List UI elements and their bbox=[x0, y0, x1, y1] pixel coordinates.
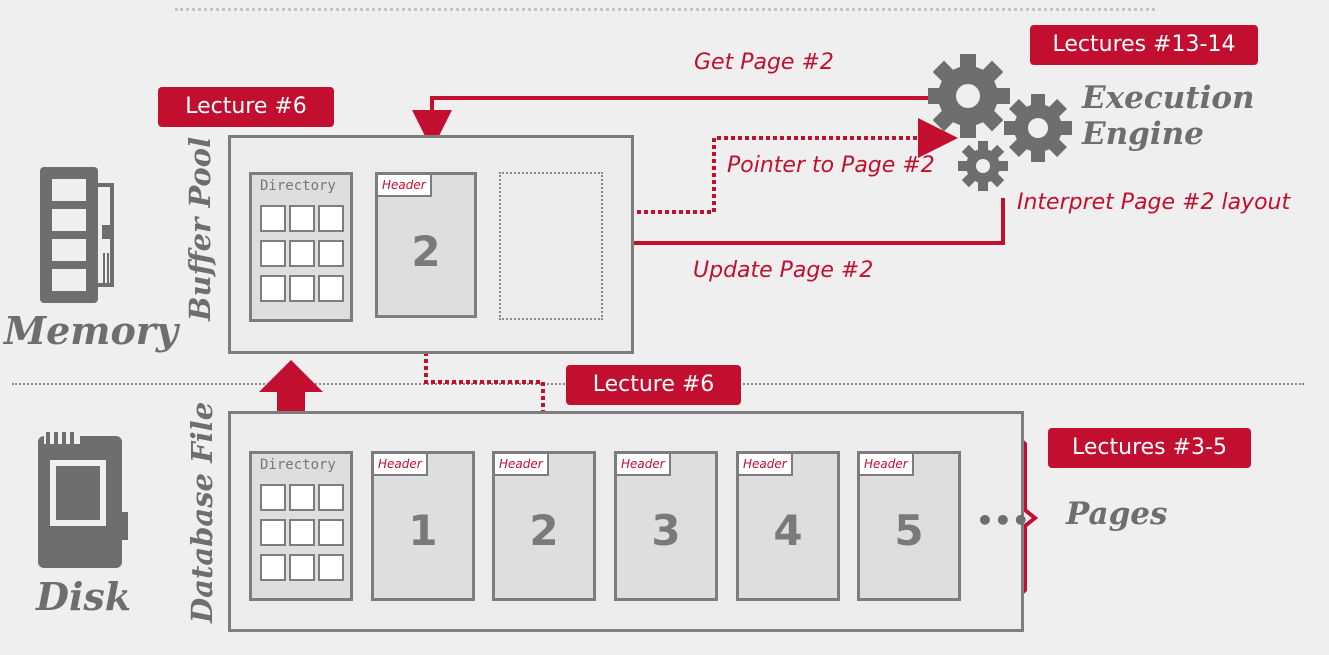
disk-page-3: Header 3 bbox=[614, 451, 718, 601]
page-number: 2 bbox=[529, 506, 559, 555]
empty-frame bbox=[499, 172, 603, 320]
page-header: Header bbox=[739, 454, 793, 476]
directory-slot bbox=[289, 240, 315, 267]
directory-slot bbox=[260, 240, 286, 267]
execution-engine-line1: Execution bbox=[1082, 80, 1255, 116]
page-header: Header bbox=[374, 454, 428, 476]
pages-label: Pages bbox=[1066, 496, 1168, 532]
directory-slot bbox=[260, 554, 286, 581]
lecture-6-buffer-badge: Lecture #6 bbox=[158, 87, 334, 127]
execution-engine-line2: Engine bbox=[1082, 116, 1204, 152]
directory-slot bbox=[318, 240, 344, 267]
database-file-container: Directory Header 1 Header 2 Header 3 Hea… bbox=[228, 411, 1030, 632]
get-page-annotation: Get Page #2 bbox=[694, 50, 834, 75]
database-file-label: Database File bbox=[185, 401, 219, 623]
directory-slot bbox=[318, 205, 344, 232]
directory-slot bbox=[289, 484, 315, 511]
disk-page-1: Header 1 bbox=[371, 451, 475, 601]
directory-slot bbox=[318, 519, 344, 546]
ssd-drive-icon bbox=[38, 432, 128, 568]
page-number: 4 bbox=[773, 506, 803, 555]
disk-label: Disk bbox=[36, 574, 132, 619]
buffer-pool-container: Directory Header 2 bbox=[228, 135, 634, 354]
memory-label: Memory bbox=[4, 308, 178, 353]
buffer-pool-directory: Directory bbox=[249, 172, 353, 322]
directory-slots bbox=[260, 484, 346, 581]
more-pages-ellipsis: ••• bbox=[976, 504, 1030, 537]
pointer-annotation: Pointer to Page #2 bbox=[727, 153, 935, 178]
directory-slot bbox=[289, 205, 315, 232]
lectures-13-14-badge: Lectures #13-14 bbox=[1030, 25, 1258, 65]
directory-slot bbox=[318, 275, 344, 302]
disk-page-5: Header 5 bbox=[857, 451, 961, 601]
page-number: 5 bbox=[894, 506, 924, 555]
directory-slots bbox=[260, 205, 346, 302]
page-number: 1 bbox=[408, 506, 438, 555]
buffer-pool-label: Buffer Pool bbox=[183, 136, 217, 321]
lectures-3-5-badge: Lectures #3-5 bbox=[1048, 428, 1251, 468]
disk-page-4: Header 4 bbox=[736, 451, 840, 601]
disk-page-2: Header 2 bbox=[492, 451, 596, 601]
page-header: Header bbox=[860, 454, 914, 476]
buffer-pool-page: Header 2 bbox=[375, 172, 477, 318]
database-file-directory: Directory bbox=[249, 451, 353, 601]
page-header: Header bbox=[378, 175, 432, 197]
directory-slot bbox=[318, 484, 344, 511]
execution-engine-label: Execution Engine bbox=[1082, 80, 1255, 152]
update-page-annotation: Update Page #2 bbox=[693, 258, 874, 283]
directory-slot bbox=[289, 554, 315, 581]
page-number: 2 bbox=[411, 227, 441, 276]
page-number: 3 bbox=[651, 506, 681, 555]
directory-slot bbox=[289, 275, 315, 302]
directory-label: Directory bbox=[260, 178, 336, 194]
directory-slot bbox=[260, 275, 286, 302]
directory-slot bbox=[260, 484, 286, 511]
ram-stick-icon bbox=[40, 167, 114, 303]
page-header: Header bbox=[617, 454, 671, 476]
page-header: Header bbox=[495, 454, 549, 476]
directory-slot bbox=[318, 554, 344, 581]
lecture-6-page-badge: Lecture #6 bbox=[566, 365, 741, 405]
interpret-annotation: Interpret Page #2 layout bbox=[1017, 190, 1291, 215]
directory-slot bbox=[289, 519, 315, 546]
directory-label: Directory bbox=[260, 457, 336, 473]
directory-slot bbox=[260, 205, 286, 232]
get-page-arrow bbox=[412, 96, 935, 150]
gears-icon bbox=[928, 54, 1072, 191]
directory-slot bbox=[260, 519, 286, 546]
